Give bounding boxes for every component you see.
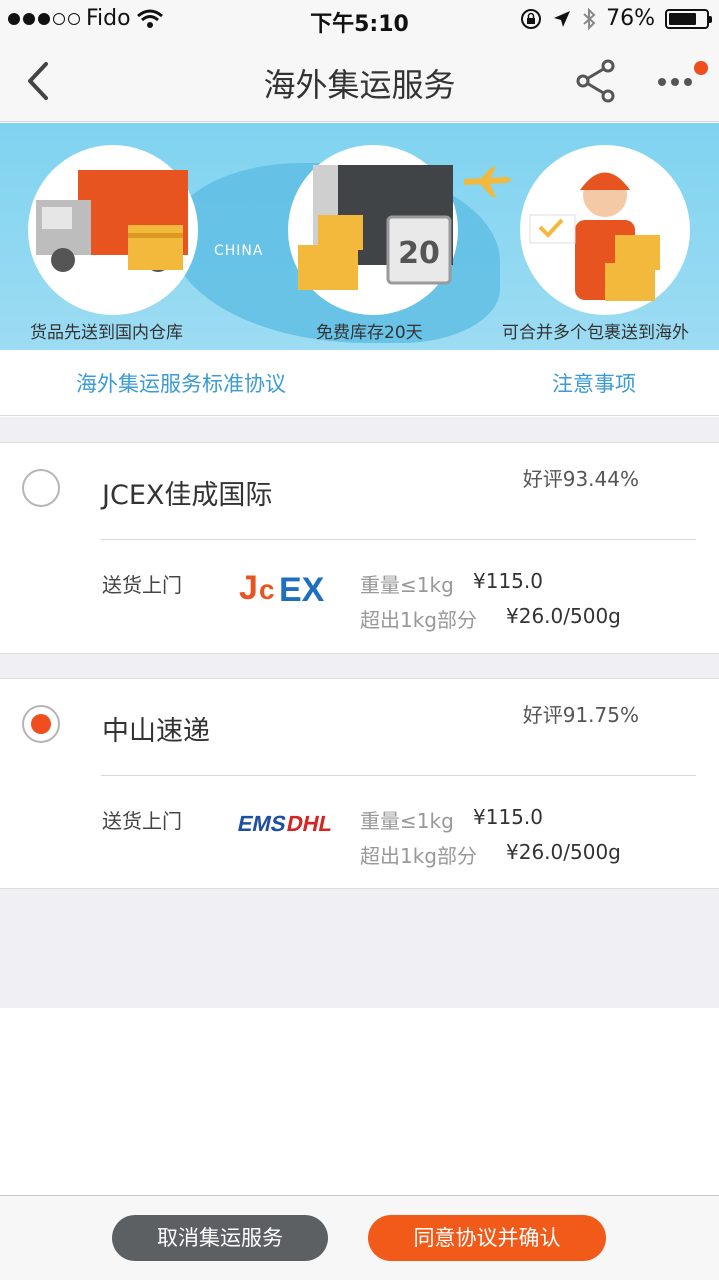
svg-text:DHL: DHL (285, 811, 335, 836)
radio-button-selected[interactable] (22, 705, 60, 743)
jcex-logo: J c EX (237, 565, 339, 607)
carrier-name: JCEX佳成国际 (102, 480, 273, 511)
calendar-badge: 20 (398, 236, 440, 271)
map-label: CHINA (214, 243, 264, 259)
location-arrow-icon (554, 10, 571, 27)
agree-confirm-button[interactable]: 同意协议并确认 (368, 1215, 606, 1261)
bluetooth-icon (583, 7, 596, 30)
airplane-icon (464, 167, 511, 197)
extra-weight-price: ¥26.0/500g (506, 840, 621, 864)
notification-badge (694, 61, 708, 75)
delivery-method: 送货上门 (102, 809, 182, 833)
divider (101, 775, 696, 776)
divider (101, 539, 696, 540)
step-label-free-storage: 免费库存20天 (316, 323, 423, 343)
links-row: 海外集运服务标准协议 注意事项 (0, 350, 719, 416)
svg-text:EX: EX (279, 571, 325, 607)
share-icon (576, 59, 615, 103)
cancel-service-button[interactable]: 取消集运服务 (112, 1215, 328, 1261)
step-label-consolidate: 可合并多个包裹送到海外 (502, 323, 689, 343)
extra-weight-price: ¥26.0/500g (506, 604, 621, 628)
rating-text: 好评91.75% (522, 703, 639, 727)
service-banner: CHINA 20 货品先送到国内仓库 免费库存20天 可合并多个包裹送到海外 (0, 123, 719, 350)
orientation-lock-icon (521, 8, 542, 29)
status-bar: Fido 下午5:10 76% (0, 0, 719, 40)
truck-illustration (28, 145, 198, 315)
rating-text: 好评93.44% (522, 467, 639, 491)
notes-link[interactable]: 注意事项 (552, 368, 636, 398)
battery-percent: 76% (606, 6, 655, 31)
extra-weight-label: 超出1kg部分 (360, 844, 478, 868)
carrier-option-zhongshan[interactable]: 中山速递 好评91.75% 送货上门 EMS DHL 重量≤1kg ¥115.0… (0, 679, 719, 888)
navigation-bar: 海外集运服务 (0, 40, 719, 122)
weight-label: 重量≤1kg (360, 573, 454, 597)
step-label-domestic-warehouse: 货品先送到国内仓库 (30, 323, 183, 343)
svg-text:EMS: EMS (237, 811, 288, 836)
warehouse-illustration: 20 (288, 145, 458, 315)
status-right: 76% (520, 6, 712, 31)
battery-icon (665, 8, 712, 29)
empty-area (0, 888, 719, 1008)
weight-price: ¥115.0 (473, 569, 543, 593)
extra-weight-label: 超出1kg部分 (360, 608, 478, 632)
radio-button[interactable] (22, 469, 60, 507)
section-divider (0, 417, 719, 443)
svg-text:J: J (239, 569, 258, 607)
section-divider (0, 653, 719, 679)
courier-illustration (520, 145, 690, 315)
more-button[interactable] (654, 58, 708, 104)
bottom-action-bar: 取消集运服务 同意协议并确认 (0, 1195, 719, 1280)
more-icon (658, 78, 692, 86)
delivery-method: 送货上门 (102, 573, 182, 597)
carrier-option-jcex[interactable]: JCEX佳成国际 好评93.44% 送货上门 J c EX 重量≤1kg ¥11… (0, 443, 719, 653)
service-agreement-link[interactable]: 海外集运服务标准协议 (76, 368, 286, 398)
weight-label: 重量≤1kg (360, 809, 454, 833)
ems-dhl-logo: EMS DHL (237, 801, 339, 843)
carrier-name: 中山速递 (102, 716, 210, 747)
weight-price: ¥115.0 (473, 805, 543, 829)
share-button[interactable] (574, 58, 620, 104)
svg-text:c: c (259, 574, 275, 605)
